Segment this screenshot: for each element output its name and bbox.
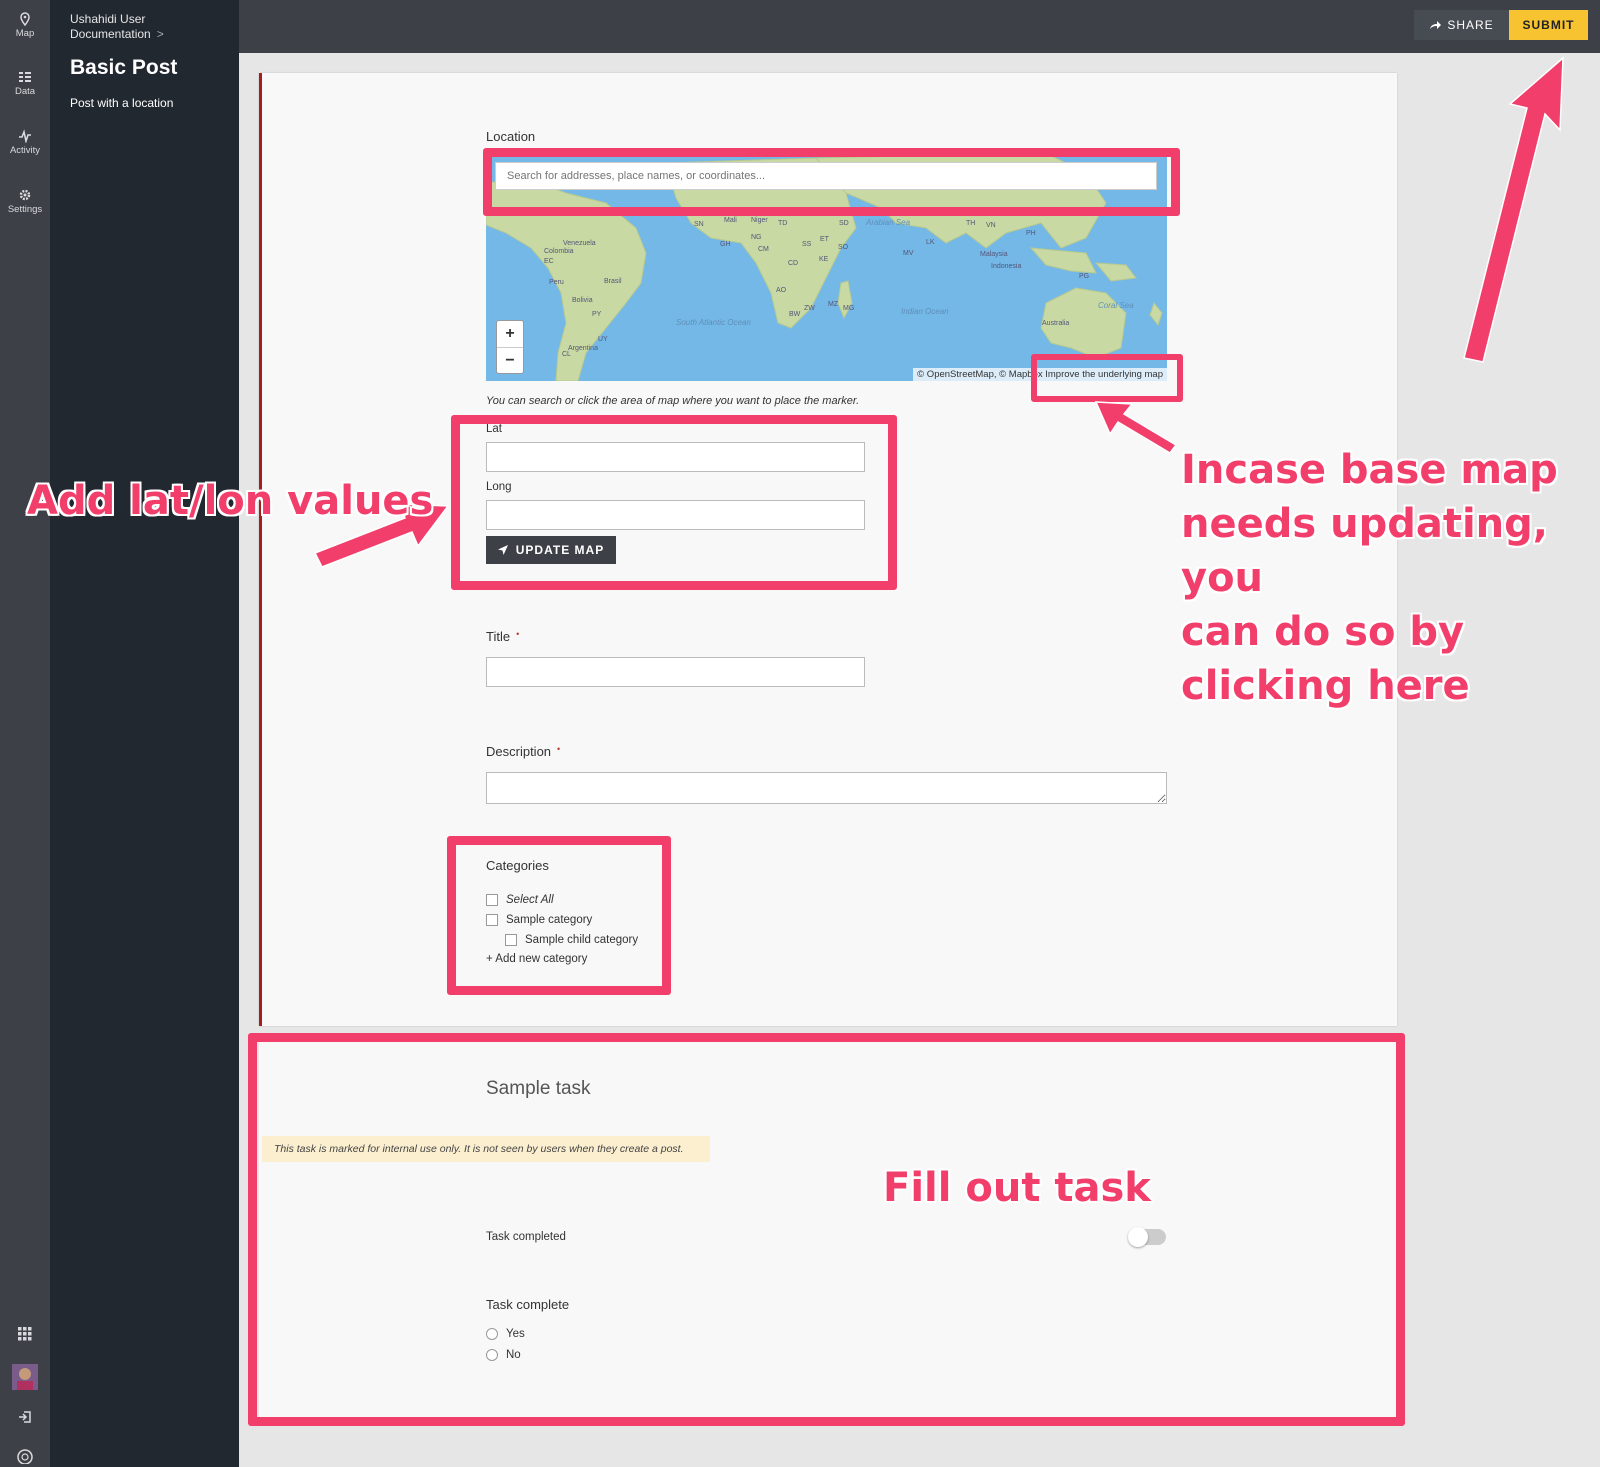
survey-subtitle: Post with a location xyxy=(70,96,174,110)
map-label: Indonesia xyxy=(991,263,1021,270)
breadcrumb[interactable]: Ushahidi User Documentation > xyxy=(70,12,230,42)
map-label: Venezuela xyxy=(563,240,596,247)
map-label: NG xyxy=(751,234,762,241)
map-label: Malaysia xyxy=(980,251,1008,258)
map-label: SS xyxy=(802,241,812,248)
map-label: VN xyxy=(986,222,996,229)
required-indicator: • xyxy=(516,629,520,639)
map-label: Argentina xyxy=(568,345,598,352)
map-label: TD xyxy=(778,220,787,227)
map-label: Mali xyxy=(724,217,737,224)
share-icon xyxy=(1430,21,1442,29)
map-label: UY xyxy=(598,336,608,343)
survey-sidebar: Ushahidi User Documentation > Basic Post … xyxy=(50,0,239,1467)
title-label-text: Title xyxy=(486,629,511,644)
map-label: ZW xyxy=(804,305,815,312)
rail-item-settings[interactable]: Settings xyxy=(0,188,50,215)
arrow-to-submit xyxy=(1463,56,1564,363)
callout-basemap: Incase base map needs updating, you can … xyxy=(1181,443,1600,713)
map-label: CD xyxy=(788,260,798,267)
callout-basemap-line: needs updating, you xyxy=(1181,501,1548,601)
apps-grid-icon[interactable] xyxy=(0,1327,50,1341)
callout-basemap-line: clicking here xyxy=(1181,663,1470,709)
map-label: Australia xyxy=(1042,320,1069,327)
ocean-label: South Atlantic Ocean xyxy=(676,318,751,327)
map-label: SD xyxy=(839,220,849,227)
required-indicator: • xyxy=(557,744,561,754)
map-label: Peru xyxy=(549,279,564,286)
map-zoom-control: + − xyxy=(496,320,524,374)
map-pin-icon xyxy=(20,12,30,26)
zoom-out-button[interactable]: − xyxy=(497,348,523,374)
map-label: PH xyxy=(1026,230,1036,237)
ocean-label: Indian Ocean xyxy=(901,307,949,316)
map-label: Colombia xyxy=(544,248,574,255)
ocean-label: Arabian Sea xyxy=(865,218,911,227)
map-label: Brasil xyxy=(604,278,622,285)
map-label: TH xyxy=(966,220,975,227)
map-label: MV xyxy=(903,250,914,257)
title-input[interactable] xyxy=(486,657,865,687)
map-hint-text: You can search or click the area of map … xyxy=(486,395,860,407)
share-button[interactable]: SHARE xyxy=(1414,10,1509,40)
rail-item-activity[interactable]: Activity xyxy=(0,129,50,156)
description-textarea[interactable] xyxy=(486,772,1167,804)
improve-map-highlight-box xyxy=(1031,354,1183,402)
map-attribution-text: © OpenStreetMap, © Mapbox xyxy=(917,369,1043,380)
avatar[interactable] xyxy=(0,1364,50,1390)
rail-item-map[interactable]: Map xyxy=(0,12,50,39)
description-label-text: Description xyxy=(486,744,552,759)
rail-item-label: Map xyxy=(15,28,35,39)
map-label: AO xyxy=(776,287,787,294)
gear-icon xyxy=(19,189,31,201)
logout-icon[interactable] xyxy=(0,1410,50,1424)
map-label: Niger xyxy=(751,217,768,224)
task-highlight-box xyxy=(248,1033,1405,1426)
map-label: BW xyxy=(789,311,801,318)
map-label: SO xyxy=(838,244,849,251)
map-label: ET xyxy=(820,236,830,243)
map-label: KE xyxy=(819,256,829,263)
map-label: MG xyxy=(843,305,854,312)
top-bar xyxy=(239,0,1600,53)
data-list-icon xyxy=(19,72,31,82)
map-label: CM xyxy=(758,246,769,253)
title-label: Title • xyxy=(486,629,519,644)
callout-latlon: Add lat/lon values xyxy=(27,478,434,524)
map-label: PG xyxy=(1079,273,1089,280)
ocean-label: Coral Sea xyxy=(1098,301,1134,310)
share-label: SHARE xyxy=(1447,18,1494,32)
map-label: LK xyxy=(926,239,935,246)
map-label: Bolivia xyxy=(572,297,593,304)
breadcrumb-separator: > xyxy=(156,27,164,41)
ushahidi-logo-icon xyxy=(0,1448,50,1464)
rail-item-label: Settings xyxy=(7,204,43,215)
categories-highlight-box xyxy=(447,836,671,995)
map-label: MZ xyxy=(828,301,839,308)
rail-item-label: Data xyxy=(14,86,36,97)
lat-lon-highlight-box xyxy=(451,415,897,590)
callout-task: Fill out task xyxy=(883,1165,1151,1211)
map-label: EC xyxy=(544,258,554,265)
callout-basemap-line: Incase base map xyxy=(1181,447,1558,493)
zoom-in-button[interactable]: + xyxy=(497,321,523,348)
submit-button[interactable]: SUBMIT xyxy=(1509,10,1588,40)
rail-item-label: Activity xyxy=(9,145,41,156)
map-label: SN xyxy=(694,221,704,228)
breadcrumb-deployment[interactable]: Ushahidi User Documentation xyxy=(70,12,151,41)
callout-basemap-line: can do so by xyxy=(1181,609,1465,655)
map-label: GH xyxy=(720,241,731,248)
map-label: PY xyxy=(592,311,602,318)
icon-rail: Map Data Activity Settings xyxy=(0,0,50,1467)
search-highlight-box xyxy=(483,148,1180,216)
map-label: CL xyxy=(562,351,571,358)
location-label: Location xyxy=(486,129,536,144)
rail-item-data[interactable]: Data xyxy=(0,70,50,97)
page-title: Basic Post xyxy=(70,56,178,79)
activity-icon xyxy=(19,129,31,143)
description-label: Description • xyxy=(486,744,560,759)
